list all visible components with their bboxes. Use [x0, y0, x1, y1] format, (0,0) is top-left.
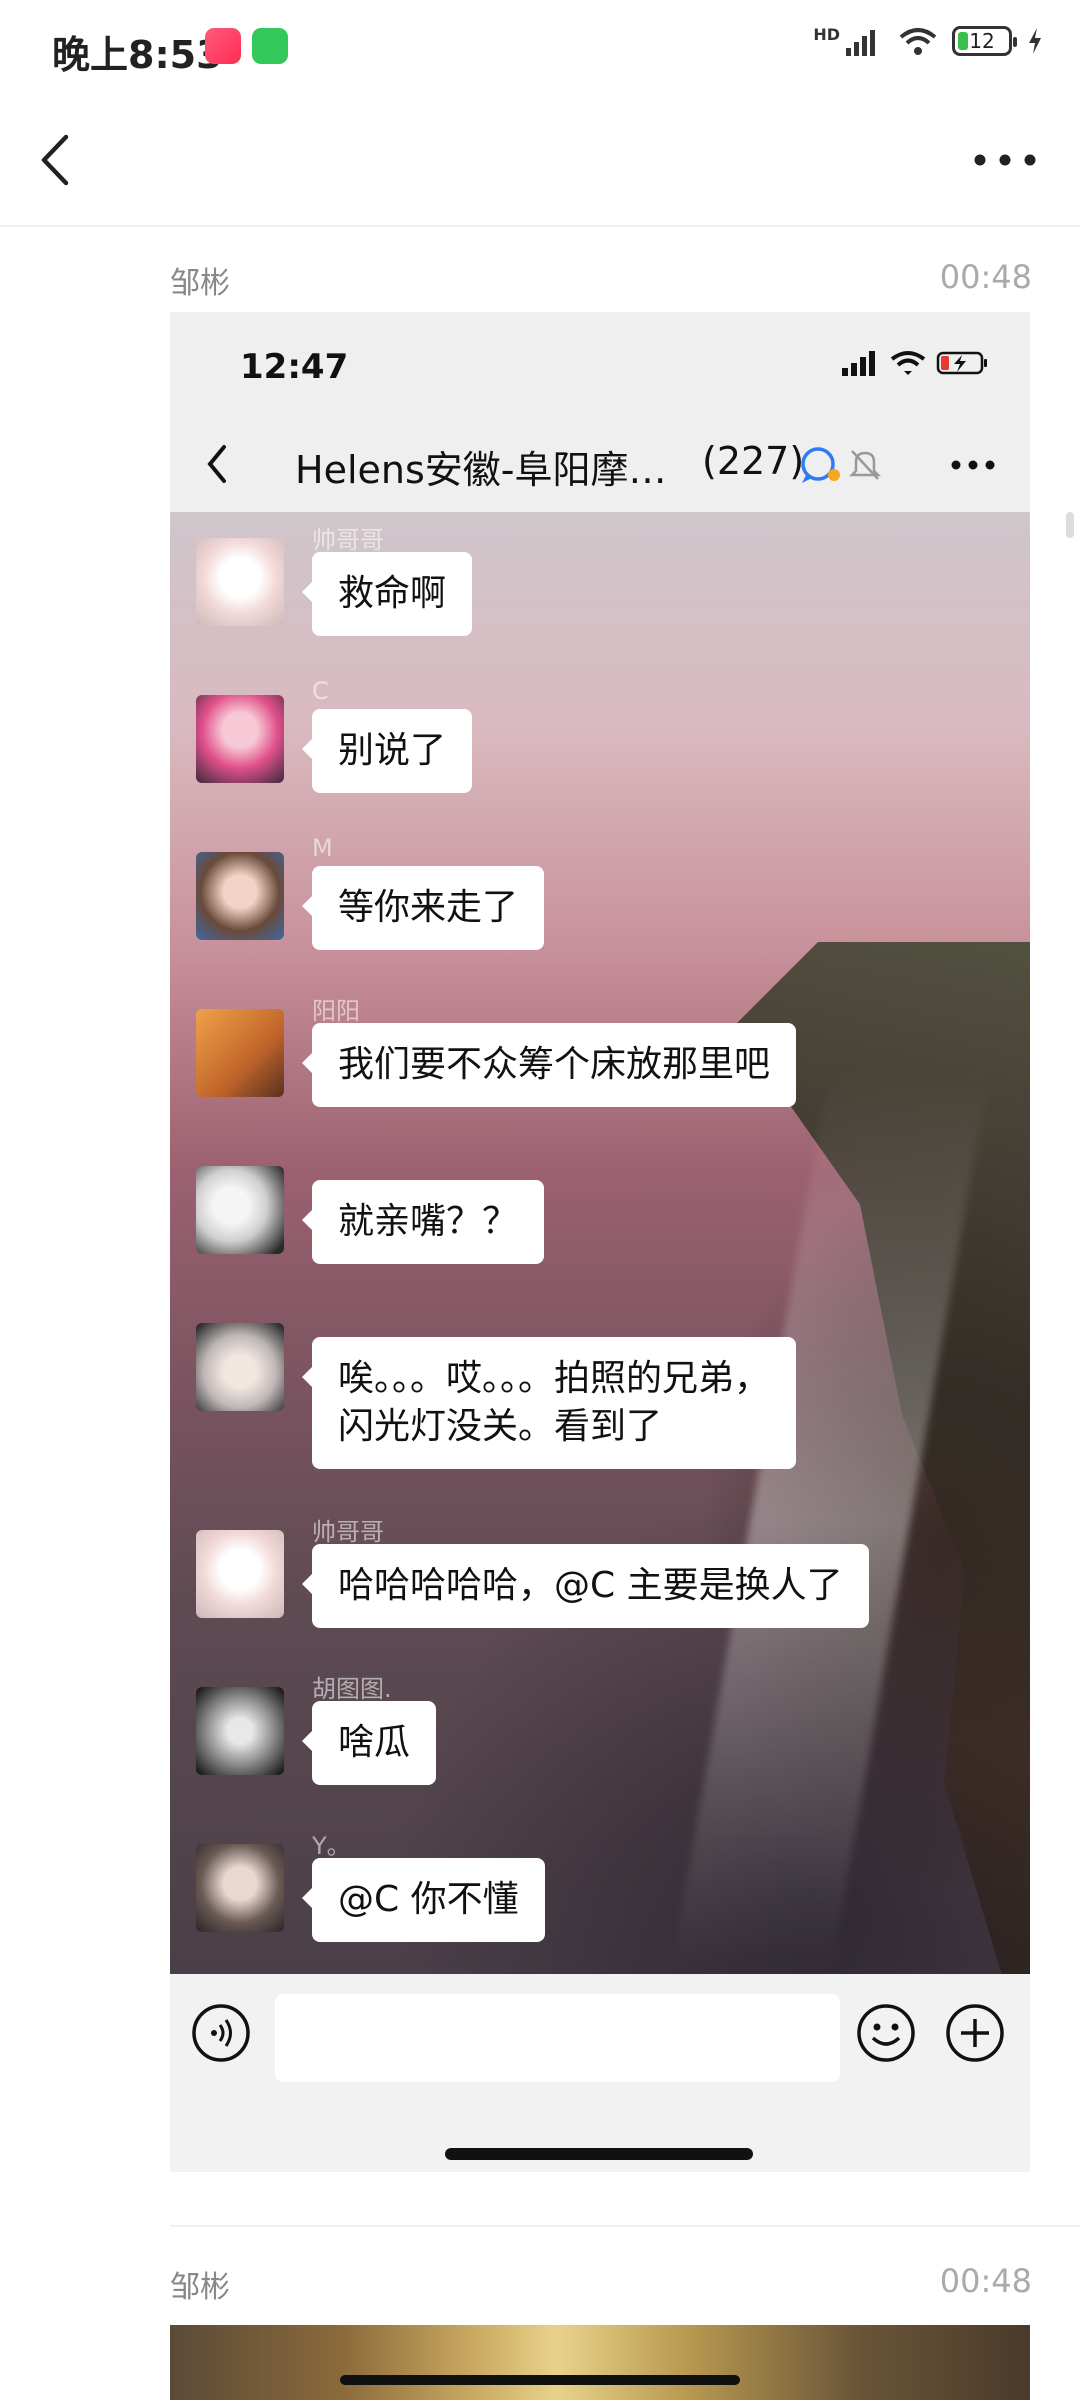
chevron-left-icon	[41, 134, 69, 186]
mute-bell-icon	[848, 450, 882, 480]
avatar	[196, 1530, 284, 1618]
status-icons: HD 12	[813, 24, 1044, 56]
screenshot-time: 12:47	[240, 347, 349, 387]
message-bubble: 救命啊	[301, 552, 473, 636]
avatar	[196, 538, 284, 626]
member-count: (227)	[702, 439, 805, 483]
chevron-left-icon	[207, 445, 226, 483]
voice-icon	[192, 2004, 250, 2062]
message-bubble: 哈哈哈哈哈，@C 主要是换人了	[302, 1544, 869, 1628]
post-divider	[170, 2225, 1080, 2227]
back-button[interactable]	[30, 125, 80, 195]
cat-app-icon	[252, 28, 288, 64]
avatar	[196, 1844, 284, 1932]
message-bubble: 唉。。。哎。。。拍照的兄弟， 闪光灯没关。看到了	[301, 1337, 797, 1469]
message-nick: M	[312, 834, 333, 862]
message-input	[275, 1994, 840, 2082]
status-time: 晚上8:53	[52, 33, 223, 77]
signal-icon	[846, 30, 875, 56]
more-horizontal-icon	[951, 460, 995, 470]
scrollbar[interactable]	[1066, 512, 1074, 538]
message-bubble: @C 你不懂	[302, 1858, 545, 1942]
post-time: 00:48	[939, 2262, 1032, 2300]
more-button[interactable]	[970, 140, 1040, 180]
avatar	[196, 1009, 284, 1097]
post-image[interactable]	[170, 2325, 1030, 2400]
hd-label: HD	[813, 24, 840, 44]
battery-level: 12	[969, 29, 995, 53]
avatar	[196, 852, 284, 940]
music-app-icon	[205, 28, 241, 64]
chat-bubble-icon	[801, 447, 840, 483]
charging-icon	[1029, 28, 1041, 54]
wifi-icon	[899, 28, 937, 55]
battery-icon: 12	[952, 26, 1017, 56]
message-nick: 帅哥哥	[312, 1518, 384, 1546]
post-sender: 邹彬	[170, 266, 230, 301]
message-nick: 胡图图.	[312, 1675, 392, 1703]
message-nick: 帅哥哥	[312, 526, 384, 554]
more-horizontal-icon	[974, 154, 1036, 166]
chat-title: Helens安徽-阜阳摩…	[295, 448, 667, 492]
post-time: 00:48	[939, 258, 1032, 296]
message-nick: Y。	[312, 1832, 351, 1860]
message-bubble: 我们要不众筹个床放那里吧	[301, 1023, 797, 1107]
message-nick: 阳阳	[312, 997, 360, 1025]
home-indicator	[445, 2148, 753, 2160]
message-bubble: 等你来走了	[301, 866, 545, 950]
plus-icon	[946, 2004, 1004, 2062]
avatar	[196, 1323, 284, 1411]
avatar	[196, 1166, 284, 1254]
message-nick: C	[312, 677, 329, 705]
avatar	[196, 1687, 284, 1775]
message-bubble: 就亲嘴？？	[301, 1180, 545, 1264]
screenshot-input-bar	[170, 1974, 1030, 2172]
wifi-icon	[890, 351, 926, 375]
battery-low-icon	[936, 351, 987, 375]
header-divider	[0, 225, 1080, 227]
wave-foam	[670, 1072, 990, 1972]
screenshot-status-icons	[840, 350, 990, 376]
chat-screenshot-image[interactable]: 12:47 Helens安徽-阜阳摩… (227) 帅哥哥 救命啊 C 别说了 …	[170, 312, 1030, 2172]
system-gesture-bar[interactable]	[340, 2375, 740, 2385]
emoji-icon	[857, 2004, 915, 2062]
avatar	[196, 695, 284, 783]
message-bubble: 别说了	[301, 709, 473, 793]
screenshot-chat-header: Helens安徽-阜阳摩… (227)	[170, 417, 1030, 512]
screenshot-status-bar: 12:47	[170, 312, 1030, 417]
chat-message-area: 帅哥哥 救命啊 C 别说了 M 等你来走了 阳阳 我们要不众筹个床放那里吧 就亲…	[170, 512, 1030, 1974]
signal-icon	[842, 351, 875, 376]
post-sender: 邹彬	[170, 2270, 230, 2305]
message-bubble: 啥瓜	[301, 1701, 437, 1785]
